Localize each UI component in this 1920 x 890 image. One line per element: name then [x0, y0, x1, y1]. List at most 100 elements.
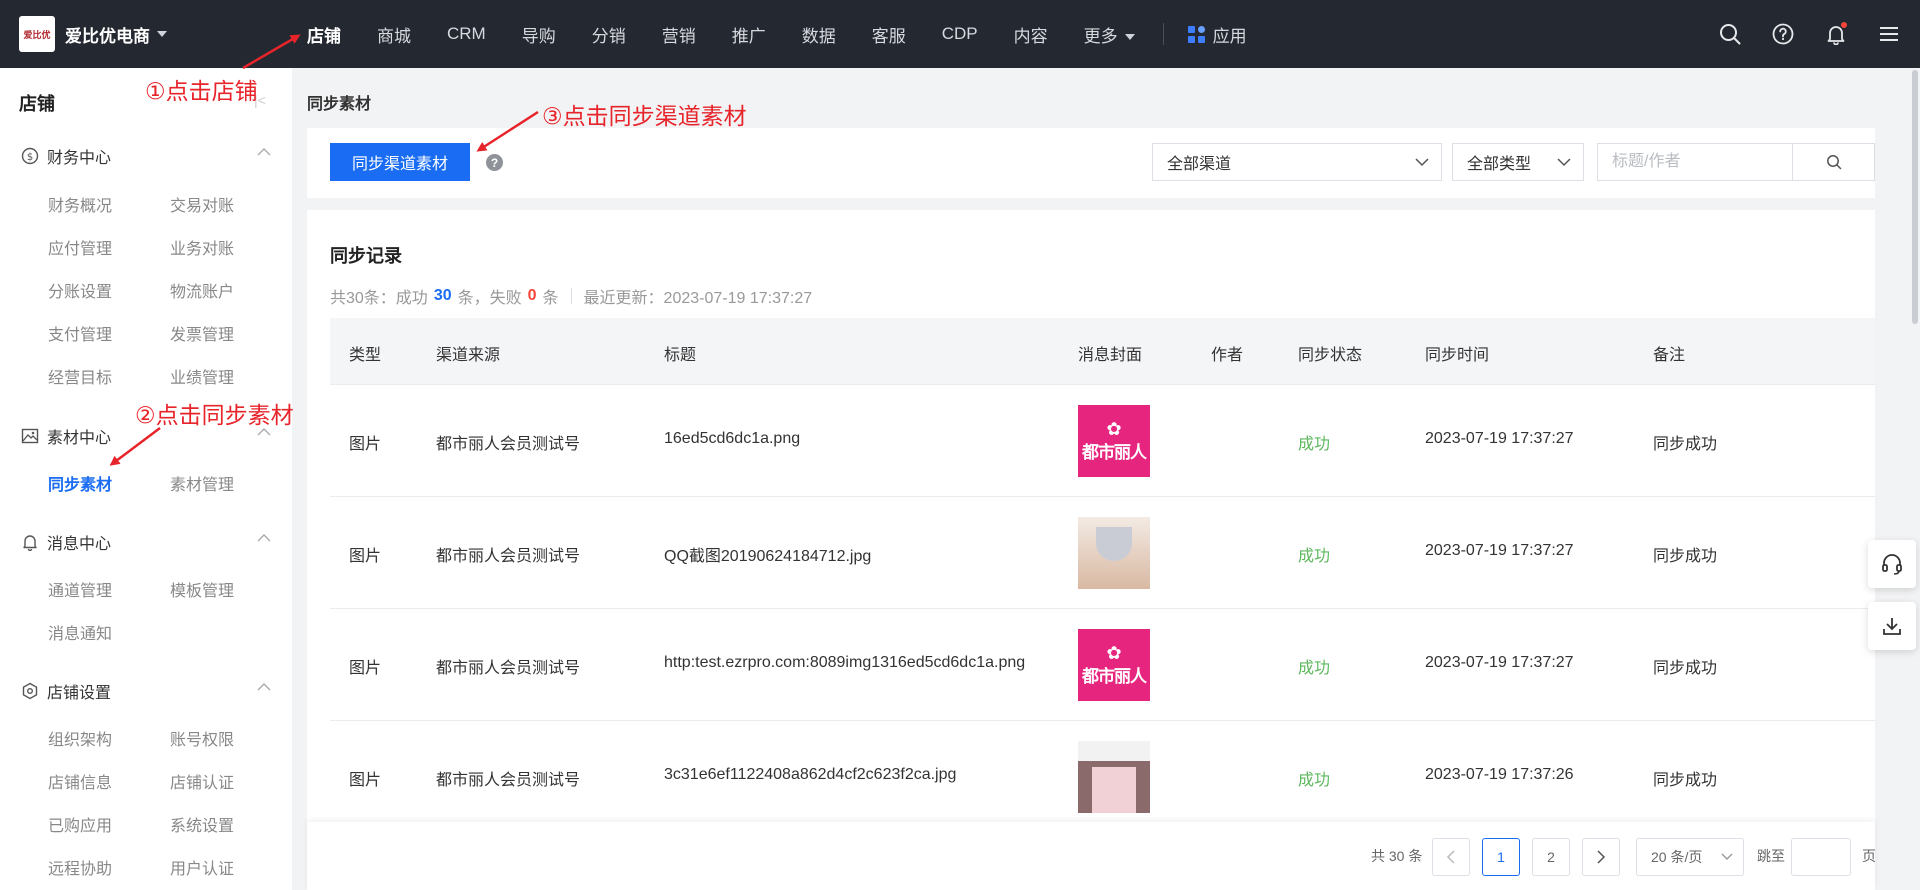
sidebar-item-business-goal[interactable]: 经营目标: [48, 364, 112, 388]
notification-bell-icon[interactable]: [1824, 22, 1848, 46]
jump-page-input[interactable]: [1791, 838, 1851, 876]
nav-item-store[interactable]: 店铺: [307, 22, 341, 47]
sidebar-group-store-settings[interactable]: 店铺设置: [21, 679, 271, 703]
sidebar-item-remote-assist[interactable]: 远程协助: [48, 855, 112, 879]
nav-item-apps[interactable]: 应用: [1187, 22, 1247, 47]
sidebar-item-payables[interactable]: 应付管理: [48, 235, 112, 259]
app-grid-icon: [1187, 25, 1205, 43]
nav-item-data[interactable]: 数据: [802, 22, 836, 47]
sidebar-group-finance[interactable]: $ 财务中心: [21, 144, 271, 168]
fail-count: 0: [527, 287, 537, 304]
table-header: 类型 渠道来源 标题 消息封面 作者 同步状态 同步时间 备注: [330, 318, 1875, 384]
cell-source: 都市丽人会员测试号: [436, 548, 581, 565]
chevron-down-icon: [1415, 158, 1429, 167]
search-icon: [1826, 155, 1841, 170]
channel-select-value: 全部渠道: [1167, 156, 1232, 173]
nav-item-content[interactable]: 内容: [1014, 22, 1048, 47]
sidebar-item-message-notice[interactable]: 消息通知: [48, 620, 112, 644]
page-size-select[interactable]: 20 条/页: [1636, 838, 1744, 876]
sidebar-item-template-manage[interactable]: 模板管理: [170, 577, 234, 601]
store-sign-shape: [1078, 741, 1150, 761]
cell-time: 2023-07-19 17:37:27: [1425, 430, 1574, 447]
sidebar-item-business-reconcile[interactable]: 业务对账: [170, 235, 234, 259]
sidebar-item-system-settings[interactable]: 系统设置: [170, 812, 234, 836]
sidebar-item-org-structure[interactable]: 组织架构: [48, 726, 112, 750]
main-nav: 店铺 商城 CRM 导购 分销 营销 推广 数据 客服 CDP 内容 更多 应用: [307, 0, 1247, 68]
sidebar-item-sync-material[interactable]: 同步素材: [48, 471, 112, 495]
sidebar-item-channel-manage[interactable]: 通道管理: [48, 577, 112, 601]
sidebar-item-performance[interactable]: 业绩管理: [170, 364, 234, 388]
nav-item-distribution[interactable]: 分销: [592, 22, 626, 47]
nav-item-promotion[interactable]: 推广: [732, 22, 766, 47]
last-update: 最近更新：2023-07-19 17:37:27: [583, 290, 813, 307]
sidebar-item-trade-reconcile[interactable]: 交易对账: [170, 192, 234, 216]
nav-item-more[interactable]: 更多: [1084, 22, 1135, 47]
unread-dot: [1841, 22, 1847, 28]
flower-logo-icon: ✿: [1106, 418, 1122, 439]
download-button[interactable]: [1868, 602, 1916, 650]
search-icon[interactable]: [1718, 22, 1742, 46]
customer-service-button[interactable]: [1868, 540, 1916, 588]
help-tooltip-icon[interactable]: ?: [486, 154, 503, 171]
cover-thumbnail[interactable]: ✿ 都市丽人: [1078, 629, 1150, 701]
channel-select[interactable]: 全部渠道: [1152, 143, 1442, 181]
top-navigation-bar: 爱比优 爱比优电商 店铺 商城 CRM 导购 分销 营销 推广 数据 客服 CD…: [0, 0, 1920, 68]
column-header: 同步状态: [1298, 347, 1363, 364]
next-page-button[interactable]: [1582, 838, 1620, 876]
sync-records-panel: 同步记录 共30条：成功 30 条，失败 0 条 最近更新：2023-07-19…: [307, 210, 1875, 890]
top-right-actions: [1689, 0, 1920, 68]
nav-item-guide[interactable]: 导购: [522, 22, 556, 47]
nav-item-marketing[interactable]: 营销: [662, 22, 696, 47]
sync-channel-material-button[interactable]: 同步渠道素材: [330, 143, 470, 181]
cell-remark: 同步成功: [1653, 548, 1718, 565]
chevron-left-icon: [1446, 850, 1455, 864]
menu-icon[interactable]: [1877, 22, 1901, 46]
search-button[interactable]: [1792, 144, 1874, 180]
brand-switcher[interactable]: 爱比优 爱比优电商: [0, 16, 284, 52]
prev-page-button[interactable]: [1432, 838, 1470, 876]
sidebar-item-finance-overview[interactable]: 财务概况: [48, 192, 112, 216]
nav-apps-label: 应用: [1212, 26, 1247, 46]
type-select[interactable]: 全部类型: [1452, 143, 1584, 181]
search-input[interactable]: [1598, 144, 1792, 180]
headset-icon: [1882, 554, 1902, 575]
cover-thumbnail[interactable]: ✿ 都市丽人: [1078, 405, 1150, 477]
page-button-2[interactable]: 2: [1532, 838, 1570, 876]
help-icon[interactable]: [1771, 22, 1795, 46]
page-button-1[interactable]: 1: [1482, 838, 1520, 876]
nav-item-service[interactable]: 客服: [872, 22, 906, 47]
column-header: 消息封面: [1078, 347, 1143, 364]
column-header: 渠道来源: [436, 347, 501, 364]
sidebar-item-split-settings[interactable]: 分账设置: [48, 278, 112, 302]
sidebar-group-message[interactable]: 消息中心: [21, 530, 271, 554]
column-header: 类型: [349, 347, 382, 364]
cover-thumbnail[interactable]: [1078, 517, 1150, 589]
cell-remark: 同步成功: [1653, 772, 1718, 789]
cell-remark: 同步成功: [1653, 436, 1718, 453]
sidebar-item-store-info[interactable]: 店铺信息: [48, 769, 112, 793]
nav-item-mall[interactable]: 商城: [377, 22, 411, 47]
sidebar-item-user-verify[interactable]: 用户认证: [170, 855, 234, 879]
cover-thumbnail[interactable]: [1078, 741, 1150, 813]
annotation-step-1: ①点击店铺: [145, 78, 258, 104]
sidebar-item-logistics-account[interactable]: 物流账户: [170, 278, 234, 302]
pagination: 共 30 条 1 2 20 条/页 跳至 页: [307, 822, 1876, 890]
table-row: 图片 都市丽人会员测试号 http:test.ezrpro.com:8089im…: [330, 608, 1875, 720]
summary-unit: 条: [542, 290, 559, 307]
sidebar-item-account-permission[interactable]: 账号权限: [170, 726, 234, 750]
sidebar-item-material-manage[interactable]: 素材管理: [170, 471, 234, 495]
sidebar-item-purchased-apps[interactable]: 已购应用: [48, 812, 112, 836]
nav-item-crm[interactable]: CRM: [447, 24, 486, 44]
column-header: 作者: [1211, 347, 1244, 364]
sidebar-item-store-verify[interactable]: 店铺认证: [170, 769, 234, 793]
dollar-circle-icon: $: [21, 147, 39, 165]
sidebar-item-invoice[interactable]: 发票管理: [170, 321, 234, 345]
sidebar: 店铺 |< $ 财务中心 财务概况 交易对账 应付管理 业务对账 分账设置 物流…: [0, 68, 292, 890]
cell-title: 3c31e6ef1122408a862d4cf2c623f2ca.jpg: [664, 766, 957, 783]
cover-brand-text: 都市丽人: [1082, 442, 1147, 462]
page-scrollbar[interactable]: [1912, 70, 1918, 324]
nav-item-cdp[interactable]: CDP: [942, 24, 978, 44]
sidebar-item-payment[interactable]: 支付管理: [48, 321, 112, 345]
cell-status: 成功: [1298, 772, 1331, 789]
page-title: 同步素材: [307, 96, 372, 113]
